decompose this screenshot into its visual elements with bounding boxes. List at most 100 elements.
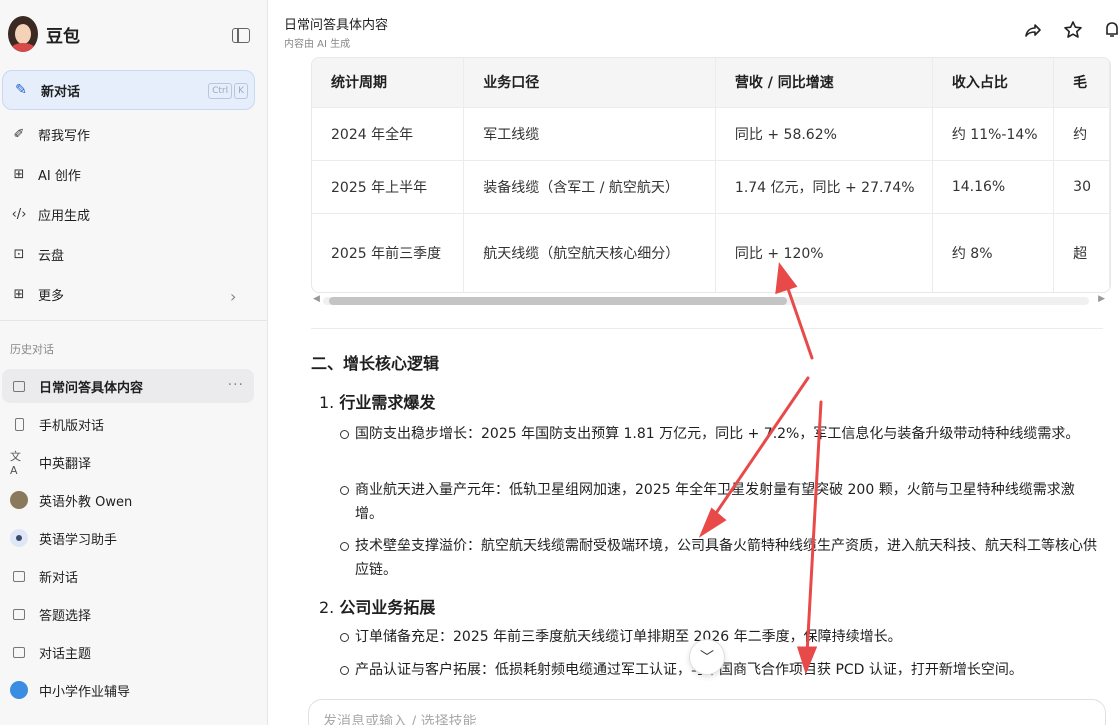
section-title: 二、增长核心逻辑 (311, 354, 440, 373)
assistant-icon (10, 529, 28, 547)
table-cell: 2025 年前三季度 (312, 213, 465, 292)
table-cell: 1.74 亿元，同比 + 27.74% (715, 160, 933, 214)
message-composer[interactable] (308, 699, 1106, 725)
menu-item-writing[interactable]: ✐ 帮我写作 (10, 122, 90, 146)
bullet-icon (340, 486, 349, 495)
group-title: 公司业务拓展 (339, 598, 436, 617)
table-header-cell: 收入占比 (932, 58, 1055, 108)
group-number: 2. (319, 598, 335, 617)
table-header-cell: 毛 (1053, 58, 1110, 108)
menu-item-label: 云盘 (38, 248, 65, 264)
history-item-label: 手机版对话 (39, 418, 105, 434)
history-item[interactable]: 新对话 (2, 559, 254, 593)
table-cell: 约 8% (932, 213, 1055, 292)
history-item[interactable]: 英语外教 Owen (2, 483, 254, 517)
history-title: 历史对话 (10, 343, 54, 356)
table-header-cell: 营收 / 同比增速 (715, 58, 933, 108)
group-heading: 1. 行业需求爆发 (319, 389, 435, 413)
brand[interactable]: 豆包 (8, 16, 80, 52)
table-header-cell: 统计周期 (312, 58, 465, 108)
menu-item-app-gen[interactable]: ‹/› 应用生成 (10, 202, 90, 226)
history-item-label: 新对话 (39, 570, 79, 586)
menu-item-label: 更多 (38, 288, 65, 304)
history-item-active[interactable]: 日常问答具体内容 ··· (2, 369, 254, 403)
menu-item-cloud-drive[interactable]: ⊡ 云盘 (10, 242, 64, 266)
menu-item-ai-create[interactable]: ⊞ AI 创作 (10, 162, 81, 186)
doubao-avatar-icon (8, 16, 38, 52)
table-cell: 航天线缆（航空航天核心细分） (463, 213, 716, 292)
new-chat-button[interactable]: ✎ 新对话 Ctrl K (2, 70, 255, 110)
page-title: 日常问答具体内容 (284, 18, 389, 33)
history-item[interactable]: 手机版对话 (2, 407, 254, 441)
table-cell: 2024 年全年 (312, 107, 465, 161)
new-chat-label: 新对话 (41, 84, 81, 100)
history-item[interactable]: 文A 中英翻译 (2, 445, 254, 479)
scroll-to-bottom-button[interactable]: ﹀ (689, 639, 725, 675)
scroll-right-arrow-icon[interactable]: ▶ (1098, 294, 1105, 304)
history-item[interactable]: 英语学习助手 (2, 521, 254, 555)
menu-item-label: 应用生成 (38, 208, 91, 224)
table-cell: 14.16% (932, 160, 1055, 214)
history-item[interactable]: 答题选择 (2, 597, 254, 631)
list-item: 国防支出稳步增长：2025 年国防支出预算 1.81 万亿元，同比 + 7.2%… (355, 426, 1080, 442)
pen-icon: ✐ (13, 126, 25, 142)
share-icon[interactable] (1022, 20, 1042, 40)
shortcut-hint: Ctrl K (208, 83, 248, 99)
scroll-left-arrow-icon[interactable]: ◀ (313, 294, 320, 304)
table-header-cell: 业务口径 (463, 58, 716, 108)
menu-item-more[interactable]: ⊞ 更多 (10, 282, 64, 306)
history-item-label: 答题选择 (39, 608, 92, 624)
history-item-label: 中英翻译 (39, 456, 92, 472)
table-horizontal-scrollbar[interactable]: ◀ ▶ (311, 294, 1105, 306)
table-cell: 超 (1053, 213, 1110, 292)
chat-icon (10, 567, 28, 585)
group-heading: 2. 公司业务拓展 (319, 594, 435, 618)
table-cell: 2025 年上半年 (312, 160, 465, 214)
chat-icon (10, 605, 28, 623)
table-cell: 约 (1053, 107, 1110, 161)
history-item-label: 对话主题 (39, 646, 92, 662)
sidebar-toggle-icon[interactable] (232, 28, 250, 43)
table-cell: 同比 + 58.62% (715, 107, 933, 161)
list-item: 技术壁垒支撑溢价：航空航天线缆需耐受极端环境，公司具备火箭特种线缆生产资质，进入… (355, 538, 1097, 578)
shortcut-key-ctrl: Ctrl (208, 83, 233, 99)
globe-icon (10, 681, 28, 699)
group-number: 1. (319, 393, 335, 412)
avatar-icon (10, 491, 28, 509)
menu-item-label: AI 创作 (38, 168, 81, 184)
shortcut-key-k: K (234, 83, 248, 99)
table-cell: 同比 + 120% (715, 213, 933, 292)
bullet-icon (340, 633, 349, 642)
bullet-icon (340, 666, 349, 675)
data-table: 统计周期 业务口径 营收 / 同比增速 收入占比 毛 2024 年全年 军工线缆… (311, 57, 1111, 293)
bullet-icon (340, 542, 349, 551)
menu-item-label: 帮我写作 (38, 128, 91, 144)
chevron-right-icon[interactable]: › (230, 287, 236, 306)
table-row: 2025 年上半年 装备线缆（含军工 / 航空航天） 1.74 亿元，同比 + … (312, 160, 1110, 214)
group-title: 行业需求爆发 (339, 393, 436, 412)
cloud-drive-icon: ⊡ (13, 246, 25, 262)
history-item[interactable]: 对话主题 (2, 635, 254, 669)
chat-icon (10, 643, 28, 661)
message-input[interactable] (323, 714, 1023, 725)
history-item-label: 日常问答具体内容 (39, 380, 144, 396)
history-item-label: 中小学作业辅导 (39, 684, 131, 700)
chat-icon (10, 377, 28, 395)
chevron-down-icon: ﹀ (700, 650, 714, 666)
list-item: 订单储备充足：2025 年前三季度航天线缆订单排期至 2026 年二季度，保障持… (355, 629, 902, 645)
scrollbar-thumb[interactable] (329, 297, 787, 305)
image-create-icon: ⊞ (13, 166, 25, 182)
bell-icon[interactable] (1104, 20, 1119, 40)
history-item[interactable]: 中小学作业辅导 (2, 673, 254, 707)
content-divider (311, 328, 1103, 329)
bullet-icon (340, 430, 349, 439)
star-icon[interactable] (1063, 20, 1083, 40)
code-icon: ‹/› (11, 206, 27, 222)
table-row: 2024 年全年 军工线缆 同比 + 58.62% 约 11%-14% 约 (312, 107, 1110, 161)
table-row: 2025 年前三季度 航天线缆（航空航天核心细分） 同比 + 120% 约 8%… (312, 213, 1110, 292)
history-item-label: 英语学习助手 (39, 532, 118, 548)
more-options-icon[interactable]: ··· (228, 377, 244, 393)
list-item: 商业航天进入量产元年：低轨卫星组网加速，2025 年全年卫星发射量有望突破 20… (355, 482, 1075, 522)
list-item: 产品认证与客户拓展：低损耗射频电缆通过军工认证，与中国商飞合作项目获 PCD 认… (355, 662, 1023, 678)
sidebar-divider (0, 320, 267, 321)
